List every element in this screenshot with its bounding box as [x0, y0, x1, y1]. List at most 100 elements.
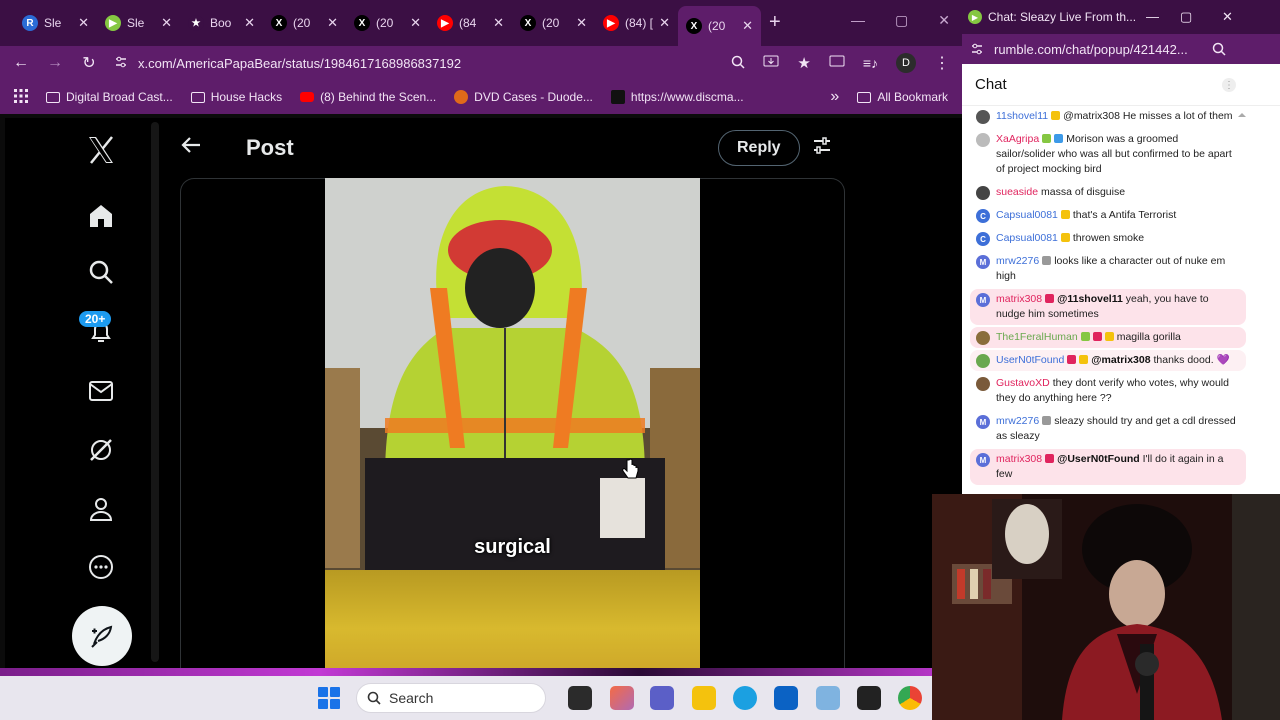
chat-username[interactable]: XaAgripa [996, 133, 1039, 145]
maximize-icon[interactable]: ▢ [1180, 9, 1192, 25]
chat-message-list[interactable]: 11shovel11 @matrix308 He misses a lot of … [970, 106, 1246, 494]
address-bar[interactable]: x.com/AmericaPapaBear/status/19846171689… [114, 55, 715, 72]
browser-tab[interactable]: X (20 ✕ [512, 6, 595, 40]
bookmarks-overflow-icon[interactable]: » [830, 88, 839, 106]
url-text[interactable]: x.com/AmericaPapaBear/status/19846171689… [138, 56, 461, 71]
chat-url-text[interactable]: rumble.com/chat/popup/421442... [994, 42, 1188, 57]
messages-envelope-icon[interactable] [83, 373, 119, 409]
tab-close-icon[interactable]: ✕ [659, 15, 670, 31]
home-icon[interactable] [83, 198, 119, 234]
browser-tab[interactable]: X (20 ✕ [678, 6, 761, 46]
close-icon[interactable]: ✕ [938, 12, 950, 29]
close-icon[interactable]: ✕ [1222, 9, 1233, 25]
reload-icon[interactable]: ↻ [80, 53, 98, 73]
file-explorer-icon[interactable] [692, 686, 716, 710]
site-info-icon[interactable] [114, 55, 128, 72]
chat-username[interactable]: matrix308 [996, 453, 1042, 465]
copilot-icon[interactable] [610, 686, 634, 710]
chat-scrollbar[interactable] [1238, 106, 1246, 494]
chat-url-bar[interactable]: rumble.com/chat/popup/421442... [962, 34, 1280, 64]
tab-close-icon[interactable]: ✕ [244, 15, 255, 31]
install-icon[interactable] [763, 55, 779, 72]
chat-avatar[interactable]: M [976, 415, 990, 429]
windows-start-icon[interactable] [318, 687, 340, 709]
browser-tab[interactable]: ▶ (84 ✕ [429, 6, 512, 40]
back-icon[interactable]: ← [12, 54, 30, 72]
site-info-icon[interactable] [970, 42, 984, 56]
tab-close-icon[interactable]: ✕ [410, 15, 421, 31]
obs-app-icon[interactable] [857, 686, 881, 710]
profile-icon[interactable] [83, 491, 119, 527]
grok-icon[interactable] [83, 432, 119, 468]
chat-username[interactable]: sueaside [996, 186, 1038, 198]
bookmark-item[interactable]: (8) Behind the Scen... [300, 90, 436, 104]
back-arrow-icon[interactable] [180, 135, 220, 161]
minimize-icon[interactable]: — [851, 12, 865, 29]
browser-tab[interactable]: ▶ Sle ✕ [97, 6, 180, 40]
apps-grid-icon[interactable] [14, 88, 28, 106]
zoom-icon[interactable] [1212, 42, 1226, 56]
bookmark-item[interactable]: DVD Cases - Duode... [454, 90, 593, 104]
chat-username[interactable]: mrw2276 [996, 415, 1039, 427]
chat-avatar[interactable] [976, 186, 990, 200]
tab-close-icon[interactable]: ✕ [576, 15, 587, 31]
teams-icon[interactable] [650, 686, 674, 710]
chat-avatar[interactable]: M [976, 453, 990, 467]
new-tab-icon[interactable]: + [769, 11, 781, 34]
post-video[interactable]: surgical [325, 178, 700, 570]
maximize-icon[interactable]: ▢ [895, 12, 908, 29]
tab-close-icon[interactable]: ✕ [78, 15, 89, 31]
chat-username[interactable]: Capsual0081 [996, 209, 1058, 221]
task-view-icon[interactable] [568, 686, 592, 710]
chat-username[interactable]: Capsual0081 [996, 232, 1058, 244]
chat-avatar[interactable]: M [976, 293, 990, 307]
browser-tab[interactable]: R Sle ✕ [14, 6, 97, 40]
bookmark-star-icon[interactable]: ★ [797, 54, 810, 72]
browser-tab[interactable]: X (20 ✕ [263, 6, 346, 40]
tab-close-icon[interactable]: ✕ [327, 15, 338, 31]
store-icon[interactable] [774, 686, 798, 710]
tab-close-icon[interactable]: ✕ [161, 15, 172, 31]
chrome-icon[interactable] [898, 686, 922, 710]
chat-avatar[interactable] [976, 110, 990, 124]
media-controls-icon[interactable]: ≡♪ [863, 55, 878, 71]
cast-icon[interactable] [829, 55, 845, 72]
bookmark-item[interactable]: https://www.discma... [610, 90, 744, 104]
x-logo-icon[interactable] [83, 132, 119, 168]
chat-mention[interactable]: @UserN0tFound [1057, 453, 1140, 465]
chat-mention[interactable]: @matrix308 [1091, 354, 1150, 366]
all-bookmarks-button[interactable]: All Bookmark [857, 90, 948, 104]
search-icon[interactable] [83, 254, 119, 290]
chat-avatar[interactable] [976, 354, 990, 368]
chat-avatar[interactable] [976, 133, 990, 147]
browser-tab[interactable]: ▶ (84) [C ✕ [595, 6, 678, 40]
chat-username[interactable]: GustavoXD [996, 377, 1050, 389]
forward-icon[interactable]: → [46, 54, 64, 72]
chat-avatar[interactable] [976, 331, 990, 345]
scroll-up-icon[interactable] [1238, 111, 1246, 119]
tab-close-icon[interactable]: ✕ [493, 15, 504, 31]
compose-post-button[interactable] [72, 606, 132, 666]
edge-icon[interactable] [733, 686, 757, 710]
chat-avatar[interactable] [976, 377, 990, 391]
sidebar-scrollbar[interactable] [151, 122, 159, 662]
chat-username[interactable]: 11shovel11 [996, 110, 1048, 122]
sliders-icon[interactable] [812, 136, 832, 161]
menu-dots-icon[interactable]: ⋮ [934, 53, 950, 73]
chat-avatar[interactable]: C [976, 209, 990, 223]
chat-username[interactable]: UserN0tFound [996, 354, 1064, 366]
profile-avatar[interactable]: D [896, 53, 916, 73]
bookmark-item[interactable]: House Hacks [190, 90, 282, 104]
taskbar-search[interactable]: Search [356, 683, 546, 713]
chat-menu-icon[interactable]: ⋮ [1222, 78, 1236, 92]
chat-avatar[interactable]: C [976, 232, 990, 246]
browser-tab[interactable]: ★ Boo ✕ [180, 6, 263, 40]
chat-mention[interactable]: @11shovel11 [1057, 293, 1123, 305]
zoom-icon[interactable] [731, 55, 745, 72]
app-icon[interactable] [816, 686, 840, 710]
tab-close-icon[interactable]: ✕ [742, 18, 753, 34]
more-options-icon[interactable] [83, 549, 119, 585]
chat-username[interactable]: matrix308 [996, 293, 1042, 305]
minimize-icon[interactable]: — [1146, 9, 1159, 24]
chat-username[interactable]: mrw2276 [996, 255, 1039, 267]
